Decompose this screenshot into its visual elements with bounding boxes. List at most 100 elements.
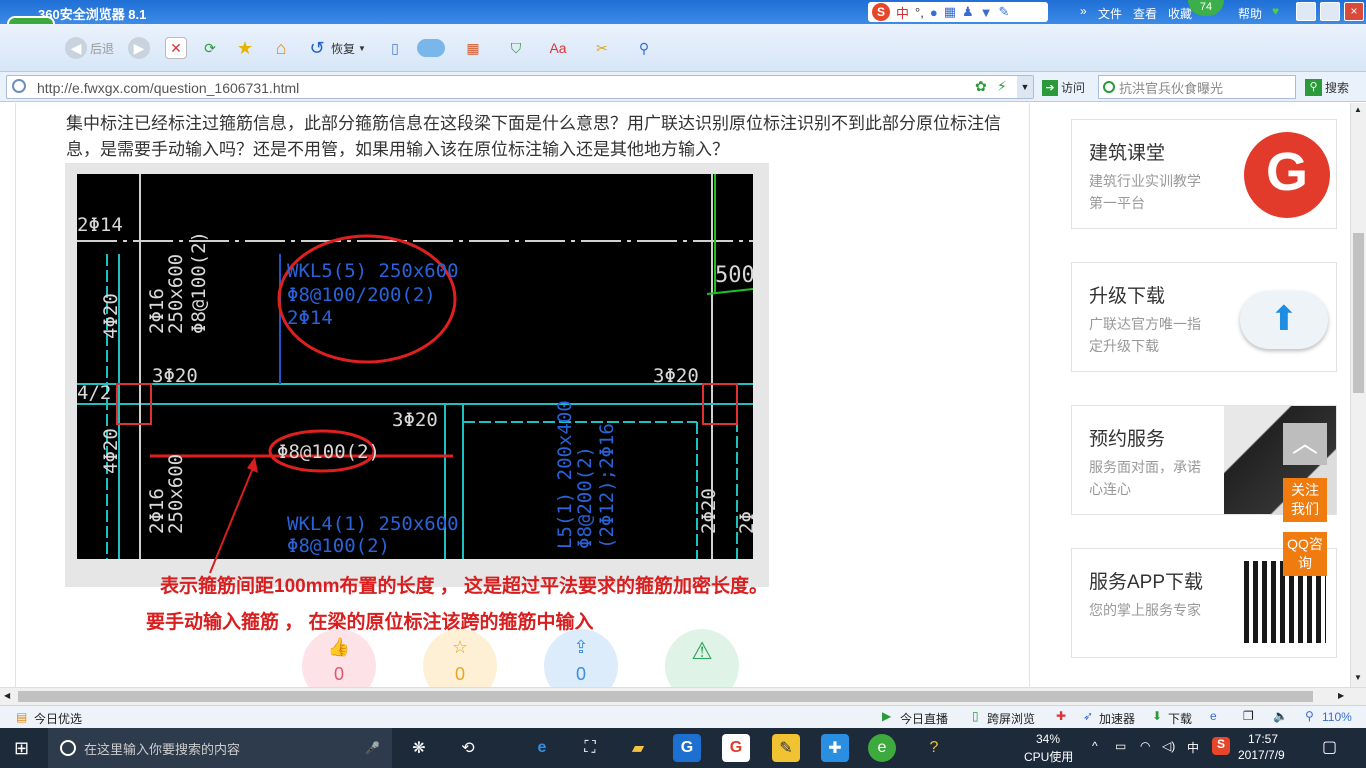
ie-icon[interactable]: e xyxy=(1210,709,1217,723)
zoom-search-icon[interactable]: ⚲ xyxy=(633,37,655,59)
back-arrow-icon: ◀ xyxy=(65,37,87,59)
ime-indicator[interactable]: 中 xyxy=(1187,739,1199,756)
url-field[interactable]: http://e.fwxgx.com/question_1606731.html… xyxy=(6,75,1034,99)
skin-shirt-icon[interactable]: ♥ xyxy=(1272,4,1279,18)
keyboard-icon[interactable]: ▦ xyxy=(944,4,956,20)
cad-image-frame[interactable]: 2Φ14 500 3Φ20 3Φ20 3Φ20 4/2 250x600 2Φ16… xyxy=(65,163,769,587)
apps-icon[interactable]: ▦ xyxy=(462,37,484,59)
go-arrow-icon: ➔ xyxy=(1042,79,1058,96)
search-button[interactable]: ⚲ 搜索 xyxy=(1305,79,1349,96)
horizontal-scrollbar[interactable]: ◀ ▶ xyxy=(0,687,1366,705)
file-explorer-icon[interactable]: ▰ xyxy=(624,734,652,762)
browser-360-task-icon[interactable]: e xyxy=(868,734,896,762)
security-icon[interactable]: ⛉ xyxy=(505,37,527,59)
glodon-swirl-icon[interactable]: ⟲ xyxy=(454,734,482,762)
cloud-upload-icon: ⬆ xyxy=(1240,291,1328,349)
cad-drawing: 2Φ14 500 3Φ20 3Φ20 3Φ20 4/2 250x600 2Φ16… xyxy=(77,174,753,559)
action-center-icon[interactable]: ▢ xyxy=(1322,737,1337,757)
scroll-thumb[interactable] xyxy=(1353,233,1364,393)
skin-icon[interactable]: ▼ xyxy=(980,5,993,20)
menu-help[interactable]: 帮助 xyxy=(1238,5,1262,22)
status-cross-screen[interactable]: 跨屏浏览 xyxy=(987,710,1035,727)
restore-icon: ↺ xyxy=(309,37,325,58)
visit-button[interactable]: ➔ 访问 xyxy=(1042,79,1085,96)
edge-icon[interactable]: e xyxy=(528,734,556,762)
speaker-icon[interactable]: ◁) xyxy=(1162,739,1175,753)
scroll-down-arrow-icon[interactable]: ▼ xyxy=(1354,673,1362,682)
menu-file[interactable]: 文件 xyxy=(1098,5,1122,22)
mobile-icon[interactable]: ▯ xyxy=(384,37,406,59)
phone-icon: ▯ xyxy=(972,709,979,723)
menu-expand-icon[interactable]: » xyxy=(1080,4,1087,18)
notes-icon[interactable]: ✎ xyxy=(772,734,800,762)
wifi-icon[interactable]: ◠ xyxy=(1140,739,1150,753)
help-app-icon[interactable]: ? xyxy=(920,734,948,762)
zoom-level[interactable]: 110% xyxy=(1322,710,1352,724)
status-accelerator[interactable]: 加速器 xyxy=(1099,710,1135,727)
glodon-red-icon[interactable]: G xyxy=(722,734,750,762)
url-dropdown-icon[interactable]: ▼ xyxy=(1017,76,1033,98)
close-button[interactable]: × xyxy=(1344,2,1364,21)
forward-icon[interactable]: ▶ xyxy=(128,37,150,59)
scroll-left-arrow-icon[interactable]: ◀ xyxy=(4,691,10,700)
follow-us-button[interactable]: 关注我们 xyxy=(1283,478,1327,522)
search-field[interactable]: 抗洪官兵伙食曝光 xyxy=(1098,75,1296,99)
window-icon[interactable]: ❐ xyxy=(1243,709,1254,723)
clock-time[interactable]: 17:57 xyxy=(1248,732,1278,746)
sidebar-card-course[interactable]: 建筑课堂 建筑行业实训教学第一平台 G xyxy=(1071,119,1337,229)
cloud-icon[interactable] xyxy=(417,39,445,57)
cad-label: WKL4(1) 250x600 xyxy=(287,513,459,535)
today-pick-icon: ▤ xyxy=(16,710,28,724)
store-icon[interactable]: ⛶ xyxy=(576,734,604,762)
cad-label: L5(1) 200x400 xyxy=(554,400,576,549)
clock-date[interactable]: 2017/7/9 xyxy=(1238,748,1285,762)
restore-button[interactable]: ↺ 恢复 ▼ xyxy=(306,37,365,59)
cad-label: 4/2 xyxy=(77,382,111,404)
refresh-icon[interactable]: ⟳ xyxy=(199,37,221,59)
live-icon: ▶ xyxy=(882,709,892,723)
mic-icon[interactable]: ● xyxy=(930,5,938,20)
screenshot-icon[interactable]: ✂ xyxy=(591,37,613,59)
cad-label: 4Φ20 xyxy=(100,293,122,339)
user-icon[interactable]: ♟ xyxy=(962,4,974,20)
status-live[interactable]: 今日直播 xyxy=(900,710,948,727)
scroll-right-arrow-icon[interactable]: ▶ xyxy=(1338,691,1344,700)
battery-icon[interactable]: ▭ xyxy=(1115,739,1126,753)
taskbar-search-box[interactable]: 在这里输入你要搜索的内容 🎤 xyxy=(48,728,392,768)
back-button[interactable]: ◀ 后退 xyxy=(65,37,114,59)
back-to-top-button[interactable]: ︿ xyxy=(1283,423,1327,465)
menu-view[interactable]: 查看 xyxy=(1133,5,1157,22)
blue-plus-icon[interactable]: ✚ xyxy=(821,734,849,762)
maximize-button[interactable] xyxy=(1320,2,1340,21)
status-download[interactable]: 下载 xyxy=(1168,710,1192,727)
stop-icon[interactable]: ✕ xyxy=(165,37,187,59)
today-pick-link[interactable]: 今日优选 xyxy=(34,710,82,727)
notification-badge[interactable]: 74 xyxy=(1188,0,1224,16)
menu-favorites[interactable]: 收藏 xyxy=(1168,5,1192,22)
home-icon[interactable]: ⌂ xyxy=(270,37,292,59)
scroll-up-arrow-icon[interactable]: ▲ xyxy=(1354,105,1362,114)
like-button[interactable]: 👍 0 xyxy=(302,629,376,687)
glodon-app-icon[interactable]: G xyxy=(673,734,701,762)
share-button[interactable]: ⇪ 0 xyxy=(544,629,618,687)
tray-expand-icon[interactable]: ^ xyxy=(1092,739,1098,753)
url-text[interactable]: http://e.fwxgx.com/question_1606731.html xyxy=(37,80,299,96)
task-view-icon[interactable]: ❋ xyxy=(405,734,433,762)
qq-consult-button[interactable]: QQ咨询 xyxy=(1283,532,1327,576)
hscroll-thumb[interactable] xyxy=(18,691,1313,702)
favorite-button[interactable]: ☆ 0 xyxy=(423,629,497,687)
sidebar-card-download[interactable]: 升级下载 广联达官方唯一指定升级下载 ⬆ xyxy=(1071,262,1337,372)
cad-label: 3Φ20 xyxy=(152,365,198,387)
microphone-icon[interactable]: 🎤 xyxy=(365,741,380,755)
sogou-tray-icon[interactable]: S xyxy=(1212,737,1230,755)
report-button[interactable]: ⚠ xyxy=(665,629,739,687)
wrench-icon[interactable]: ✎ xyxy=(999,4,1010,20)
vertical-scrollbar[interactable]: ▲ ▼ xyxy=(1350,103,1366,687)
translate-icon[interactable]: Aa xyxy=(547,37,569,59)
windows-start-icon[interactable]: ⊞ xyxy=(14,738,29,759)
volume-icon[interactable]: 🔈 xyxy=(1273,709,1288,723)
cad-label: 3Φ20 xyxy=(653,365,699,387)
minimize-button[interactable] xyxy=(1296,2,1316,21)
sogou-ime-bar[interactable]: S 中 °, ● ▦ ♟ ▼ ✎ xyxy=(868,2,1048,22)
favorite-star-icon[interactable]: ★ xyxy=(234,37,256,59)
